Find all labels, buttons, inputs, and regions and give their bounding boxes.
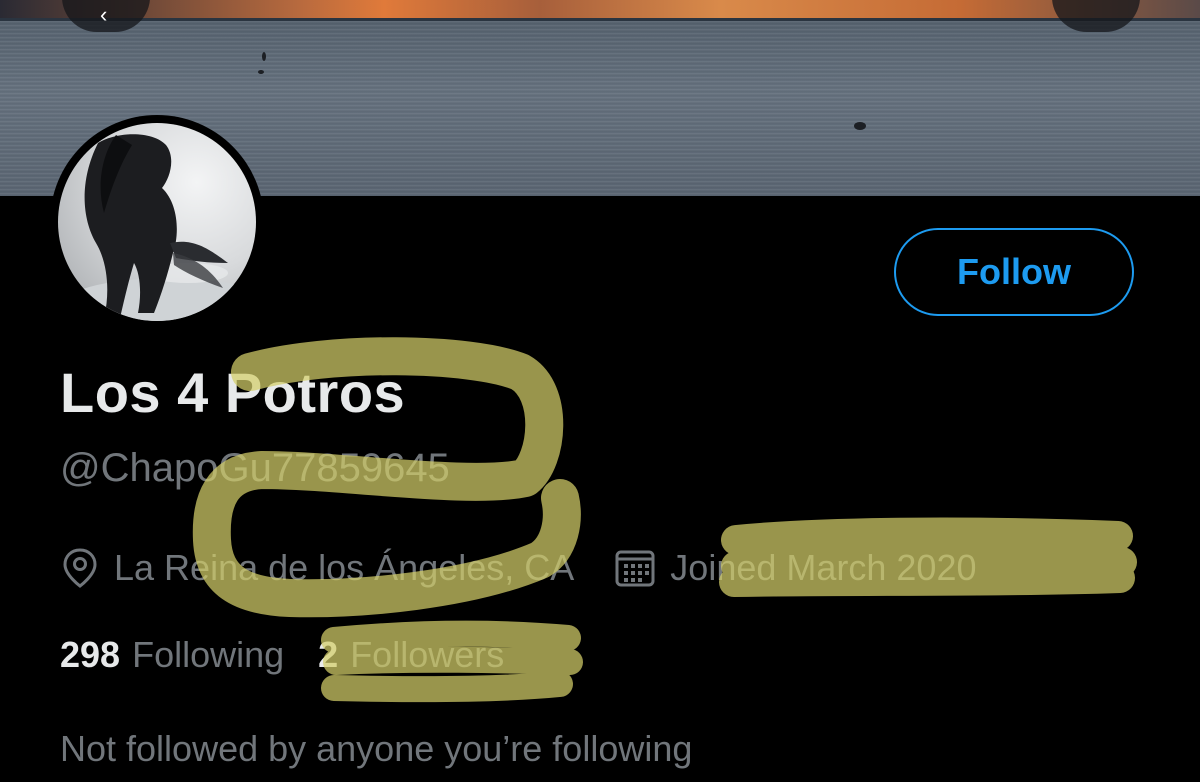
banner-sunset-sky bbox=[0, 0, 1200, 20]
followers-link[interactable]: 2 Followers bbox=[318, 634, 504, 676]
following-link[interactable]: 298 Following bbox=[60, 634, 284, 676]
avatar[interactable] bbox=[58, 123, 256, 321]
location-pin-icon bbox=[60, 546, 100, 590]
follow-counts: 298 Following 2 Followers bbox=[60, 634, 504, 676]
horse-photo bbox=[58, 134, 256, 321]
profile-meta: La Reina de los Ángeles, CA Joined March… bbox=[60, 546, 977, 590]
back-arrow-icon: ‹ bbox=[100, 2, 108, 27]
display-name: Los 4 Potros bbox=[60, 361, 406, 424]
following-count: 298 bbox=[60, 634, 121, 675]
banner-buoy bbox=[262, 52, 266, 61]
joined-date: Joined March 2020 bbox=[670, 547, 977, 588]
banner-buoy bbox=[258, 70, 264, 74]
user-handle: @ChapoGu77859645 bbox=[60, 446, 450, 490]
followers-label: Followers bbox=[350, 634, 505, 675]
followers-count: 2 bbox=[318, 634, 339, 675]
calendar-icon bbox=[614, 547, 656, 589]
following-label: Following bbox=[132, 634, 285, 675]
location-text: La Reina de los Ángeles, CA bbox=[114, 547, 575, 588]
follow-button[interactable]: Follow bbox=[894, 228, 1134, 316]
mutual-followers-note: Not followed by anyone you’re following bbox=[60, 728, 693, 769]
banner-buoy bbox=[854, 122, 866, 130]
